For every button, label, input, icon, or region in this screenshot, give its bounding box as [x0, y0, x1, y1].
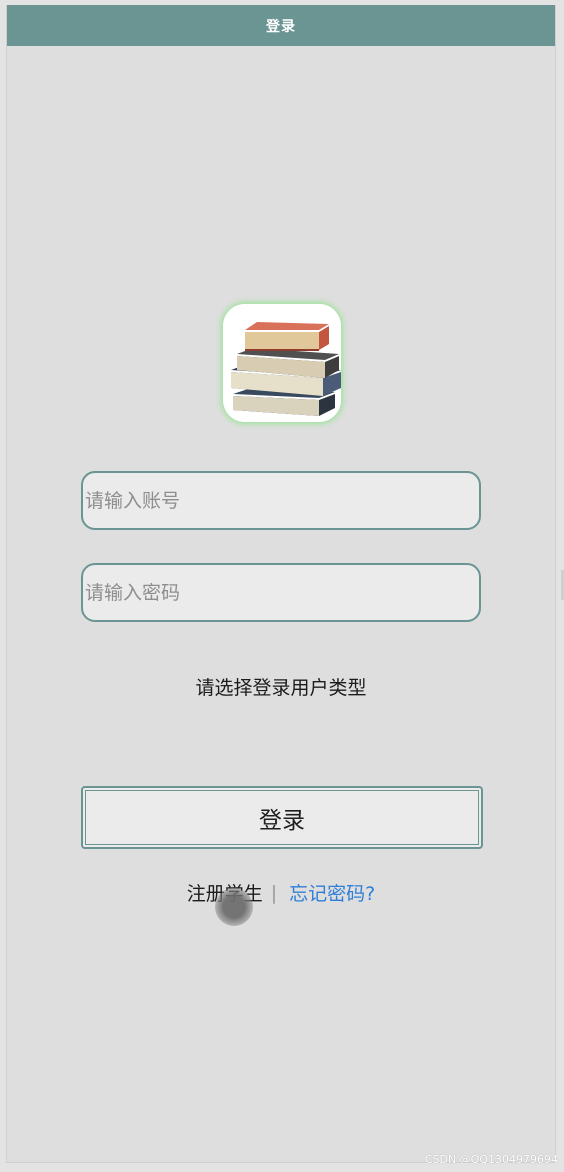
page-title: 登录 — [266, 18, 296, 35]
login-button[interactable]: 登录 — [81, 786, 483, 849]
forgot-password-link[interactable]: 忘记密码? — [289, 879, 375, 906]
app-screen: 登录 请选择登录用户类型 登录 注册学生 — [6, 5, 556, 1163]
books-stack-icon — [223, 304, 341, 422]
touch-cursor-indicator — [215, 888, 253, 926]
account-links: 注册学生 | 忘记密码? — [7, 879, 555, 906]
title-bar: 登录 — [7, 5, 555, 46]
password-input[interactable] — [81, 563, 481, 622]
link-separator: | — [270, 881, 278, 904]
logo-image — [223, 304, 341, 422]
account-input[interactable] — [81, 471, 481, 530]
user-type-label: 请选择登录用户类型 — [195, 677, 367, 699]
user-type-selector[interactable]: 请选择登录用户类型 — [7, 673, 555, 700]
watermark: CSDN @QQ1304979694 — [424, 1153, 558, 1166]
